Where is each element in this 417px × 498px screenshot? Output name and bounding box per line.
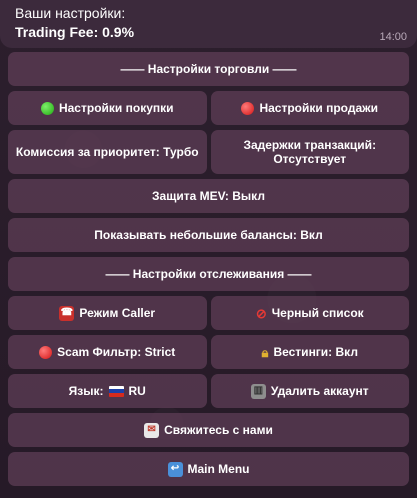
message-time: 14:00: [379, 31, 407, 43]
delete-account-button[interactable]: ▥ Удалить аккаунт: [210, 374, 409, 408]
blacklist-button[interactable]: ⊘ Черный список: [210, 296, 409, 330]
tracking-settings-header-label: —— Настройки отслеживания ——: [105, 267, 312, 281]
red-circle-icon: [241, 101, 255, 115]
mev-protection-button[interactable]: Защита MEV: Выкл: [8, 179, 409, 213]
language-label: Язык:: [68, 384, 104, 398]
tx-delays-button[interactable]: Задержки транзакций: Отсутствует: [210, 130, 409, 174]
sell-settings-label: Настройки продажи: [259, 101, 379, 115]
caller-mode-label: Режим Caller: [79, 306, 156, 320]
language-button[interactable]: Язык: RU: [8, 374, 207, 408]
message-bubble: Ваши настройки: Trading Fee: 0.9% 14:00: [0, 0, 417, 48]
russia-flag-icon: [108, 385, 124, 397]
caller-mode-button[interactable]: ☎ Режим Caller: [8, 296, 207, 330]
mev-protection-label: Защита MEV: Выкл: [152, 189, 265, 203]
main-menu-label: Main Menu: [187, 462, 250, 476]
prohibited-icon: ⊘: [255, 305, 267, 321]
priority-fee-label: Комиссия за приоритет: Турбо: [15, 145, 199, 159]
tx-delays-label: Задержки транзакций: Отсутствует: [243, 138, 377, 166]
vestings-label: Вестинги: Вкл: [273, 345, 358, 359]
lock-icon: 🔒︎: [261, 344, 269, 360]
buy-settings-label: Настройки покупки: [58, 101, 174, 115]
trash-icon: ▥: [250, 383, 266, 399]
small-balances-button[interactable]: Показывать небольшие балансы: Вкл: [8, 218, 409, 252]
trade-settings-header-label: —— Настройки торговли ——: [120, 62, 297, 76]
no-entry-icon: [39, 345, 53, 359]
message-title: Ваши настройки:: [15, 5, 126, 21]
main-menu-button[interactable]: ↩ Main Menu: [8, 452, 409, 486]
telephone-icon: ☎: [59, 305, 75, 321]
tracking-settings-header-button[interactable]: —— Настройки отслеживания ——: [8, 257, 409, 291]
vestings-button[interactable]: 🔒︎ Вестинги: Вкл: [210, 335, 409, 369]
trading-fee-text: Trading Fee: 0.9%: [15, 24, 135, 40]
scam-filter-label: Scam Фильтр: Strict: [57, 345, 176, 359]
sell-settings-button[interactable]: Настройки продажи: [210, 91, 409, 125]
blacklist-label: Черный список: [271, 306, 364, 320]
delete-account-label: Удалить аккаунт: [270, 384, 369, 398]
contact-us-button[interactable]: ✉ Свяжитесь с нами: [8, 413, 409, 447]
scam-filter-button[interactable]: Scam Фильтр: Strict: [8, 335, 207, 369]
green-circle-icon: [40, 101, 54, 115]
buy-settings-button[interactable]: Настройки покупки: [8, 91, 207, 125]
return-arrow-icon: ↩: [167, 461, 183, 477]
contact-us-label: Свяжитесь с нами: [164, 423, 273, 437]
language-value: RU: [128, 384, 146, 398]
small-balances-label: Показывать небольшие балансы: Вкл: [94, 228, 323, 242]
trade-settings-header-button[interactable]: —— Настройки торговли ——: [8, 52, 409, 86]
inline-keyboard: —— Настройки торговли —— Настройки покуп…: [8, 52, 409, 486]
envelope-icon: ✉: [144, 422, 160, 438]
priority-fee-button[interactable]: Комиссия за приоритет: Турбо: [8, 130, 207, 174]
